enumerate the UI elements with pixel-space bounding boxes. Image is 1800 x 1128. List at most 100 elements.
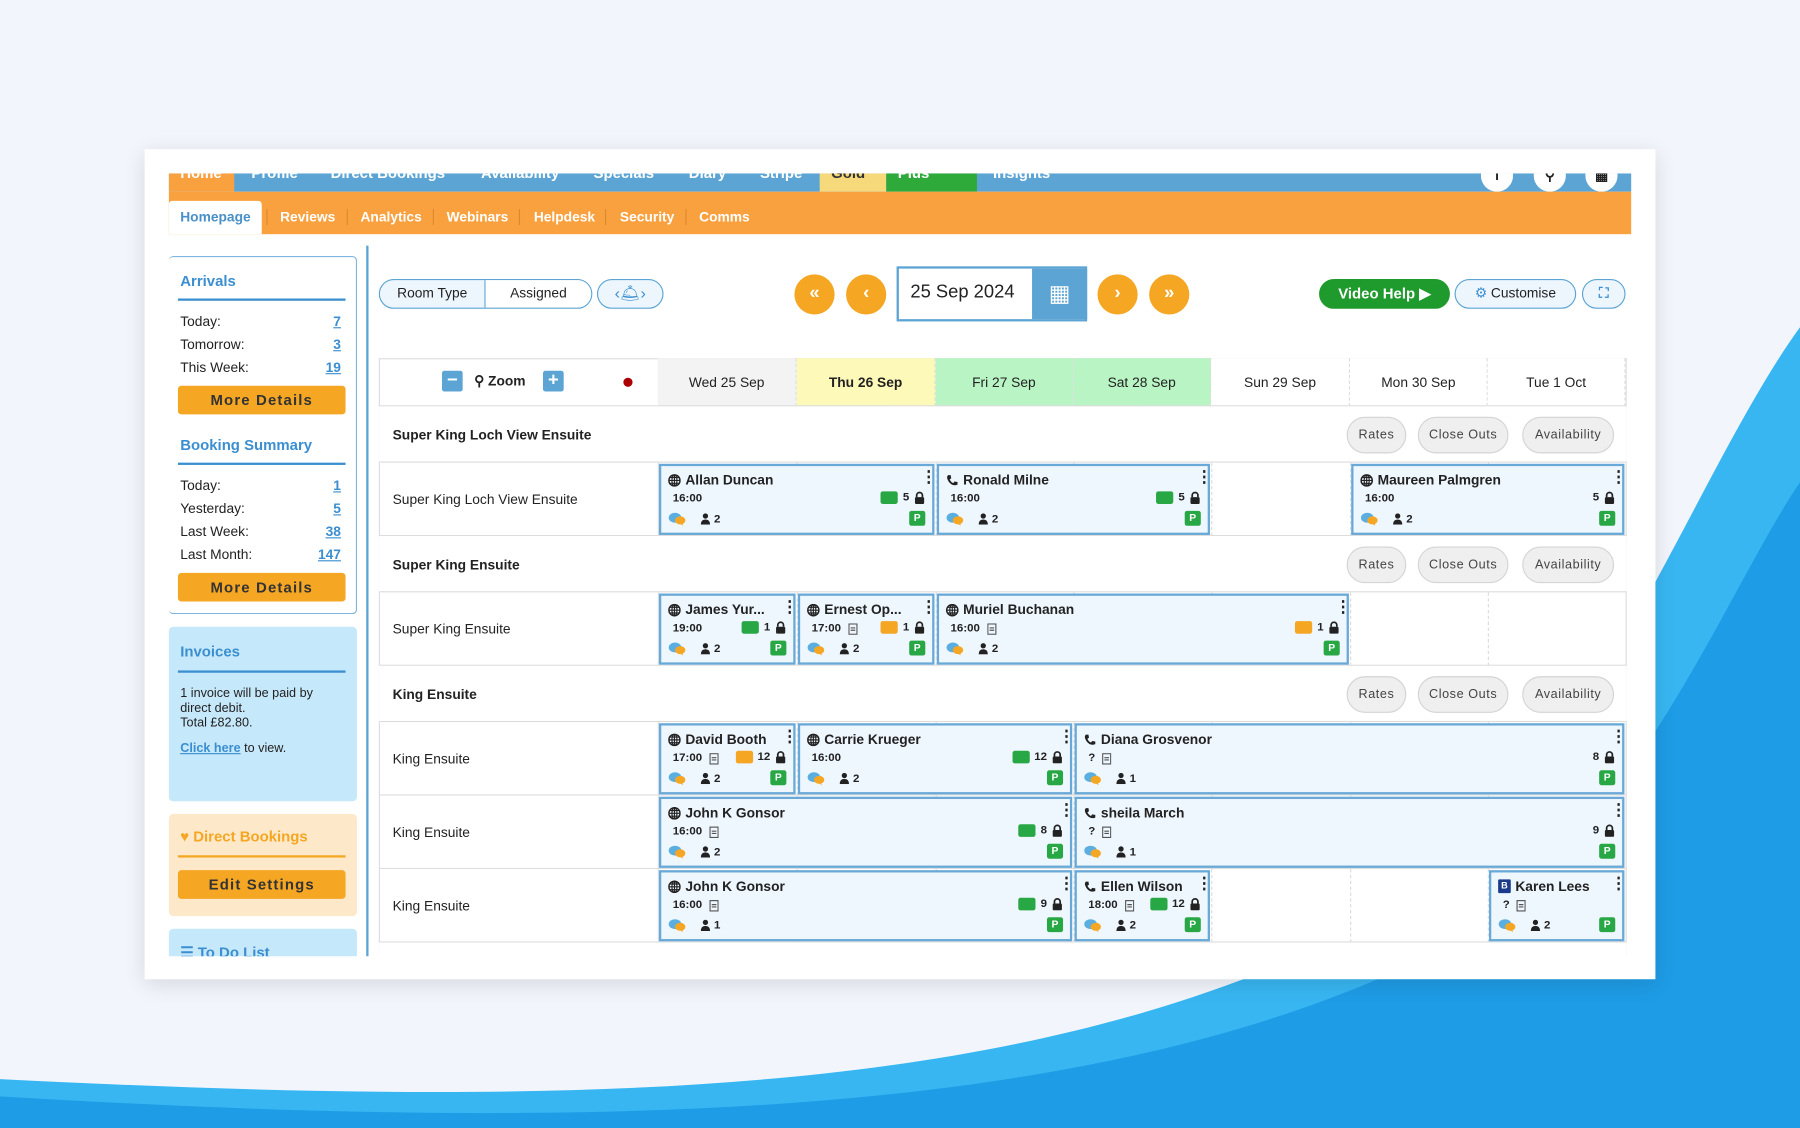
chat-icon[interactable] [668,918,686,933]
invoices-click-here-link[interactable]: Click here [180,742,240,756]
date-input[interactable]: 25 Sep 2024 [910,282,1014,303]
rates-button[interactable]: Rates [1346,416,1407,454]
more-options-icon[interactable]: ⋮ [782,728,798,744]
grid-menu-icon[interactable]: ▦ [1585,173,1618,192]
booking-card[interactable]: John K Gonsor ⋮ 16:00 9 1 P [658,870,1075,942]
next-day-button[interactable]: › [1097,274,1138,315]
day-header[interactable]: Wed 25 Sep [657,358,797,407]
booking-card[interactable]: Muriel Buchanan ⋮ 16:00 1 2 P [936,593,1351,665]
more-options-icon[interactable]: ⋮ [1611,875,1627,891]
tab-helpdesk[interactable]: Helpdesk [534,201,595,234]
availability-button[interactable]: Availability [1522,676,1615,713]
tab-reviews[interactable]: Reviews [280,201,335,234]
nav-gold[interactable]: Gold [819,173,887,192]
booking-card[interactable]: Maureen Palmgren ⋮ 16:00 5 2 P [1351,463,1627,535]
summary-more-details-button[interactable]: More Details [177,572,346,602]
nav-stripe[interactable]: Stripe [748,173,813,191]
reception-bell-button[interactable]: ‹🛎› [596,278,664,309]
booking-card[interactable]: Ellen Wilson ⋮ 18:00 12 2 P [1074,870,1212,942]
day-header[interactable]: Tue 1 Oct [1487,358,1626,407]
more-options-icon[interactable]: ⋮ [1058,875,1074,891]
chat-icon[interactable] [1498,918,1516,933]
jump-back-button[interactable]: « [794,274,835,315]
calendar-icon[interactable]: ▦ [1032,268,1088,320]
chat-icon[interactable] [668,845,686,859]
chat-icon[interactable] [1084,771,1102,786]
more-options-icon[interactable]: ⋮ [1611,468,1627,484]
more-options-icon[interactable]: ⋮ [1058,728,1074,744]
chat-icon[interactable] [946,512,964,526]
nav-profile[interactable]: Profile [240,173,309,191]
booking-card[interactable]: sheila March ⋮? 9 1 P [1074,796,1627,868]
previous-day-button[interactable]: ‹ [846,274,887,315]
more-options-icon[interactable]: ⋮ [921,598,937,614]
booking-card[interactable]: John K Gonsor ⋮ 16:00 8 2 P [658,796,1075,868]
zoom-out-button[interactable]: − [441,370,463,392]
info-icon[interactable]: i [1480,173,1514,192]
booking-card[interactable]: B Karen Lees ⋮? 2 P [1488,870,1627,942]
tab-homepage[interactable]: Homepage [168,200,263,235]
summary-today-link[interactable]: 1 [333,478,341,494]
more-options-icon[interactable]: ⋮ [1196,875,1212,891]
summary-last-week-link[interactable]: 38 [326,523,341,539]
room-type-toggle[interactable]: Room Type [380,280,486,308]
close-outs-button[interactable]: Close Outs [1417,546,1509,584]
jump-forward-button[interactable]: » [1149,274,1190,315]
nav-availability[interactable]: Availability [470,173,571,191]
customise-button[interactable]: ⚙ Customise [1454,278,1577,309]
summary-last-month-link[interactable]: 147 [318,546,341,562]
nav-home[interactable]: Home [168,173,235,192]
arrivals-today-link[interactable]: 7 [333,313,341,329]
nav-specials[interactable]: Specials [582,173,666,191]
day-header[interactable]: Sun 29 Sep [1211,358,1351,407]
arrivals-tomorrow-link[interactable]: 3 [333,336,341,352]
chat-icon[interactable] [946,642,964,656]
booking-card[interactable]: Allan Duncan ⋮ 16:00 5 2 P [658,463,937,535]
more-options-icon[interactable]: ⋮ [782,598,798,614]
summary-yesterday-link[interactable]: 5 [333,501,341,517]
booking-card[interactable]: Carrie Krueger ⋮ 16:00 12 2 P [797,723,1075,795]
day-header[interactable]: Thu 26 Sep [796,358,936,407]
assigned-toggle[interactable]: Assigned [485,280,592,308]
edit-settings-button[interactable]: Edit Settings [177,870,346,899]
chat-icon[interactable] [1360,512,1378,526]
availability-button[interactable]: Availability [1522,416,1615,454]
chat-icon[interactable] [807,771,825,786]
more-options-icon[interactable]: ⋮ [921,468,937,484]
tab-comms[interactable]: Comms [699,201,750,234]
day-header[interactable]: Fri 27 Sep [935,358,1074,407]
rates-button[interactable]: Rates [1346,546,1407,584]
booking-card[interactable]: Ronald Milne ⋮ 16:00 5 2 P [936,463,1212,535]
chat-icon[interactable] [668,512,686,526]
nav-plus[interactable]: Plus [886,173,977,192]
availability-button[interactable]: Availability [1522,546,1615,584]
tab-analytics[interactable]: Analytics [360,201,421,234]
nav-insights[interactable]: Insights [982,173,1062,191]
nav-direct-bookings[interactable]: Direct Bookings [319,173,456,191]
booking-card[interactable]: David Booth ⋮ 17:00 12 2 P [658,723,798,795]
tab-webinars[interactable]: Webinars [447,201,509,234]
day-header[interactable]: Mon 30 Sep [1350,358,1488,407]
more-options-icon[interactable]: ⋮ [1058,801,1074,817]
chat-icon[interactable] [1084,918,1102,933]
chat-icon[interactable] [1084,845,1102,859]
fullscreen-button[interactable]: ⛶ [1581,278,1626,309]
zoom-in-button[interactable]: + [543,370,564,392]
date-picker[interactable]: 25 Sep 2024 ▦ [896,266,1088,322]
tab-security[interactable]: Security [620,201,674,234]
search-icon[interactable]: ⚲ [1533,173,1566,192]
chat-icon[interactable] [668,771,686,786]
booking-card[interactable]: Diana Grosvenor ⋮? 8 1 P [1074,723,1627,795]
rates-button[interactable]: Rates [1346,676,1407,713]
chat-icon[interactable] [807,642,825,656]
day-header[interactable]: Sat 28 Sep [1073,358,1212,407]
booking-card[interactable]: James Yur... ⋮ 19:00 1 2 P [658,593,798,665]
booking-card[interactable]: Ernest Op... ⋮ 17:00 1 2 P [797,593,937,665]
arrivals-more-details-button[interactable]: More Details [177,385,346,415]
more-options-icon[interactable]: ⋮ [1611,728,1627,744]
nav-diary[interactable]: Diary [677,173,737,191]
close-outs-button[interactable]: Close Outs [1417,416,1509,454]
arrivals-week-link[interactable]: 19 [326,359,341,375]
more-options-icon[interactable]: ⋮ [1335,598,1351,614]
video-help-button[interactable]: Video Help ▶ [1319,278,1450,309]
